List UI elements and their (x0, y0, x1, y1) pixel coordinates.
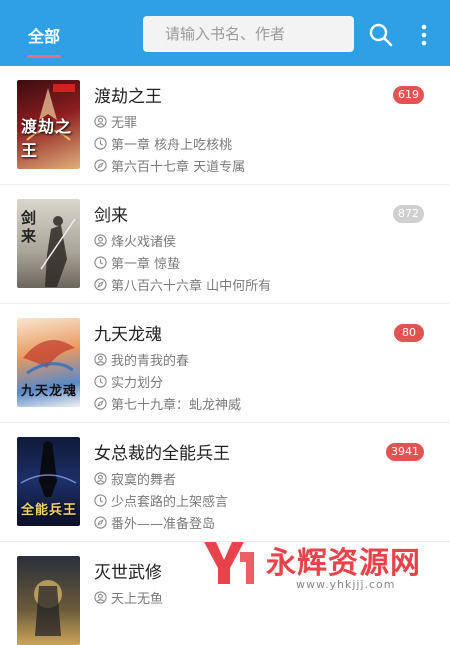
search-input[interactable] (143, 16, 354, 52)
tab-all[interactable]: 全部 (28, 23, 60, 47)
book-latest-chapter: 第六百十七章 天道专属 (111, 160, 246, 175)
author-icon (94, 472, 107, 485)
book-latest-chapter-row: 第七十九章：虬龙神威 (94, 394, 241, 413)
book-latest-chapter: 番外——准备登岛 (111, 517, 216, 532)
book-author-row: 我的青我的春 (94, 350, 189, 369)
book-author: 烽火戏诸侯 (111, 235, 177, 250)
cover-art (34, 580, 62, 636)
compass-icon (94, 397, 107, 410)
book-latest-chapter-row: 第六百十七章 天道专属 (94, 156, 245, 175)
author-icon (94, 115, 107, 128)
book-cover (17, 556, 80, 645)
book-first-chapter-row: 实力划分 (94, 372, 163, 391)
book-author-row: 寂寞的舞者 (94, 469, 176, 488)
book-author-row: 无罪 (94, 112, 137, 131)
book-latest-chapter-row: 第八百六十六章 山中何所有 (94, 275, 271, 294)
book-cover: 九天龙魂 (17, 318, 80, 407)
book-author: 天上无鱼 (111, 592, 164, 607)
compass-icon (94, 159, 107, 172)
book-title: 渡劫之王 (94, 87, 162, 107)
clock-icon (94, 494, 107, 507)
clock-icon (94, 256, 107, 269)
unread-count-badge: 872 (393, 205, 424, 223)
book-first-chapter: 第一章 惊蛰 (111, 257, 181, 272)
book-first-chapter: 第一章 核舟上吃核桃 (111, 138, 233, 153)
book-author-row: 天上无鱼 (94, 588, 163, 607)
book-first-chapter: 少点套路的上架感言 (111, 495, 229, 510)
unread-count-badge: 80 (394, 324, 424, 342)
book-cover: 剑来 (17, 199, 80, 288)
book-title: 女总裁的全能兵王 (94, 444, 230, 464)
more-menu-icon[interactable] (417, 22, 431, 48)
book-author: 无罪 (111, 116, 138, 131)
book-title: 剑来 (94, 206, 128, 226)
tab-active-indicator (27, 55, 61, 58)
book-author: 寂寞的舞者 (111, 473, 177, 488)
book-latest-chapter-row: 番外——准备登岛 (94, 513, 215, 532)
book-first-chapter-row: 第一章 核舟上吃核桃 (94, 134, 232, 153)
book-title: 九天龙魂 (94, 325, 162, 345)
book-author: 我的青我的春 (111, 354, 190, 369)
search-icon[interactable] (368, 22, 394, 48)
book-item[interactable]: 剑来 剑来 烽火戏诸侯 第一章 惊蛰 第八百六十六章 山中何所有 872 (0, 185, 450, 303)
watermark: 永辉资源网 www.yhkjjj.com (200, 534, 450, 597)
book-latest-chapter: 第七十九章：虬龙神威 (111, 398, 242, 413)
top-bar: 全部 (0, 0, 450, 66)
cover-title: 剑来 (21, 209, 37, 245)
clock-icon (94, 137, 107, 150)
book-item[interactable]: 九天龙魂 九天龙魂 我的青我的春 实力划分 第七十九章：虬龙神威 80 (0, 304, 450, 422)
cover-title: 九天龙魂 (21, 384, 78, 399)
book-item[interactable]: 全能兵王 女总裁的全能兵王 寂寞的舞者 少点套路的上架感言 番外——准备登岛 3… (0, 423, 450, 541)
watermark-logo-icon (204, 542, 254, 584)
book-cover: 渡劫之王 (17, 80, 80, 169)
book-latest-chapter: 第八百六十六章 山中何所有 (111, 279, 272, 294)
book-author-row: 烽火戏诸侯 (94, 231, 176, 250)
book-item[interactable]: 渡劫之王 渡劫之王 无罪 第一章 核舟上吃核桃 第六百十七章 天道专属 619 (0, 66, 450, 184)
author-icon (94, 353, 107, 366)
cover-title: 渡劫之王 (21, 117, 73, 160)
book-first-chapter-row: 第一章 惊蛰 (94, 253, 180, 272)
watermark-url: www.yhkjjj.com (296, 578, 396, 591)
compass-icon (94, 278, 107, 291)
clock-icon (94, 375, 107, 388)
book-first-chapter-row: 少点套路的上架感言 (94, 491, 228, 510)
book-first-chapter: 实力划分 (111, 376, 164, 391)
book-cover: 全能兵王 (17, 437, 80, 526)
book-title: 灭世武修 (94, 563, 162, 583)
author-icon (94, 234, 107, 247)
compass-icon (94, 516, 107, 529)
cover-title: 全能兵王 (21, 503, 78, 518)
author-icon (94, 591, 107, 604)
unread-count-badge: 619 (393, 86, 424, 104)
watermark-name: 永辉资源网 (266, 546, 421, 581)
unread-count-badge: 3941 (386, 443, 424, 461)
